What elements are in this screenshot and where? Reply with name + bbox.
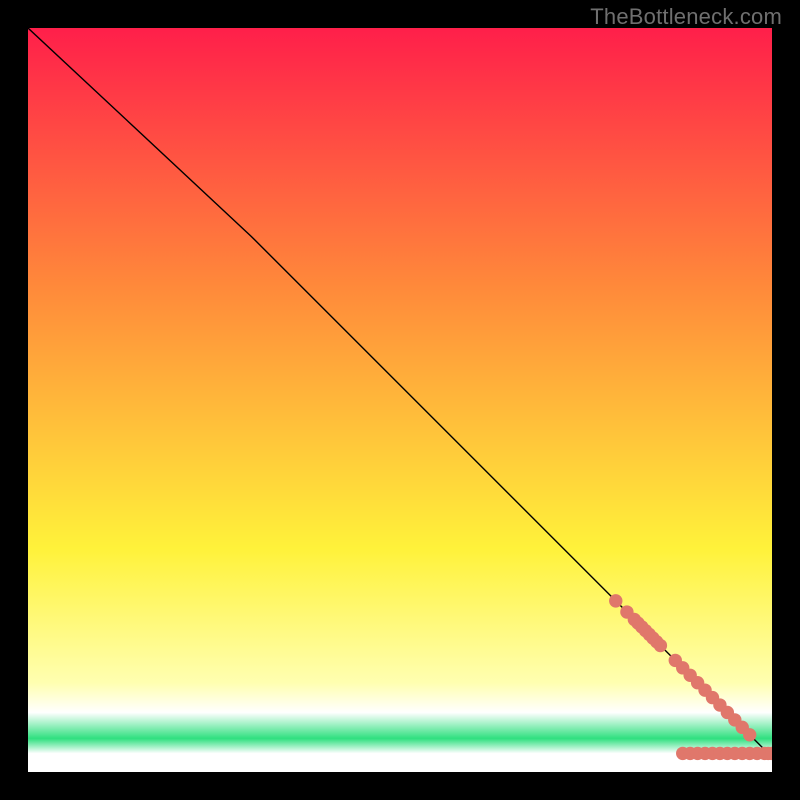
data-point bbox=[743, 728, 756, 741]
data-point bbox=[654, 639, 667, 652]
watermark-text: TheBottleneck.com bbox=[590, 4, 782, 30]
plot-area bbox=[28, 28, 772, 772]
data-point bbox=[609, 594, 622, 607]
chart-frame: TheBottleneck.com bbox=[0, 0, 800, 800]
chart-svg bbox=[28, 28, 772, 772]
gradient-background bbox=[28, 28, 772, 772]
